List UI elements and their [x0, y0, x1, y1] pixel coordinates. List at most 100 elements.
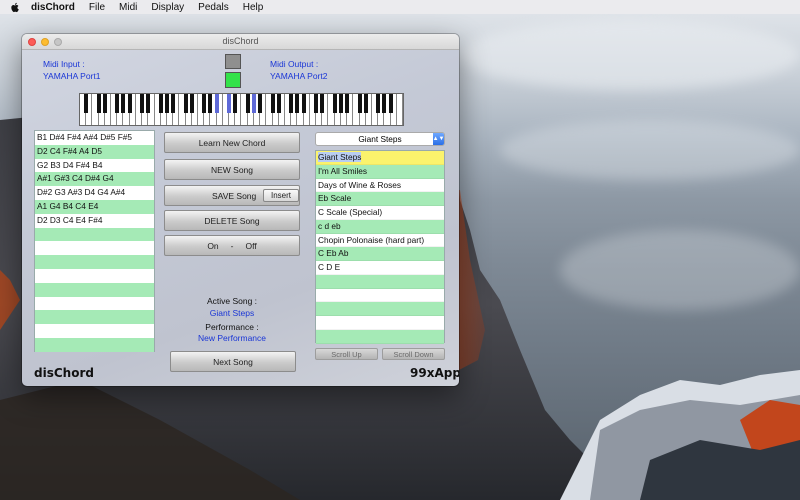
song-row-label: Chopin Polonaise (hard part)	[318, 234, 425, 245]
song-row[interactable]: C Eb Ab	[316, 247, 444, 261]
chord-row[interactable]	[35, 337, 154, 352]
piano-black-key[interactable]	[227, 94, 232, 113]
chord-row[interactable]: A1 G4 B4 C4 E4	[35, 199, 154, 214]
menu-display[interactable]: Display	[151, 2, 184, 13]
piano-black-key[interactable]	[295, 94, 300, 113]
chord-row[interactable]	[35, 241, 154, 256]
menu-help[interactable]: Help	[243, 2, 264, 13]
piano-black-key[interactable]	[140, 94, 145, 113]
piano-black-key[interactable]	[202, 94, 207, 113]
chord-row[interactable]: G2 B3 D4 F#4 B4	[35, 158, 154, 173]
piano-black-key[interactable]	[214, 94, 219, 113]
chord-row[interactable]	[35, 227, 154, 242]
piano-black-key[interactable]	[233, 94, 238, 113]
song-row[interactable]: Chopin Polonaise (hard part)	[316, 233, 444, 248]
chord-row[interactable]	[35, 296, 154, 311]
piano-keyboard[interactable]	[79, 93, 404, 126]
learn-new-chord-button[interactable]: Learn New Chord	[164, 132, 300, 153]
scroll-down-button[interactable]: Scroll Down	[382, 348, 445, 360]
piano-black-key[interactable]	[102, 94, 107, 113]
piano-black-key[interactable]	[245, 94, 250, 113]
song-row[interactable]: c d eb	[316, 219, 444, 234]
piano-black-key[interactable]	[320, 94, 325, 113]
chord-row[interactable]	[35, 310, 154, 325]
chord-row[interactable]: D2 C4 F#4 A4 D5	[35, 144, 154, 159]
active-song-value: Giant Steps	[209, 308, 255, 318]
window-titlebar[interactable]: disChord	[22, 34, 459, 50]
chord-row[interactable]	[35, 255, 154, 269]
chord-row[interactable]	[35, 324, 154, 338]
menu-midi[interactable]: Midi	[119, 2, 137, 13]
piano-black-key[interactable]	[270, 94, 275, 113]
piano-black-key[interactable]	[258, 94, 263, 113]
song-row[interactable]	[316, 288, 444, 303]
song-list[interactable]: Giant Steps I'm All Smiles Days of Wine & …	[315, 150, 445, 344]
piano-black-key[interactable]	[332, 94, 337, 113]
piano-black-key[interactable]	[208, 94, 213, 113]
piano-black-key[interactable]	[164, 94, 169, 113]
song-row[interactable]: I'm All Smiles	[316, 164, 444, 179]
off-label: Off	[245, 240, 257, 251]
song-row[interactable]	[316, 302, 444, 316]
new-song-button[interactable]: NEW Song	[164, 159, 300, 180]
song-row-label: C D E	[318, 262, 341, 272]
chord-row[interactable]	[35, 268, 154, 283]
song-row[interactable]	[316, 316, 444, 330]
piano-black-key[interactable]	[314, 94, 319, 113]
midi-output-value[interactable]: YAMAHA Port2	[270, 71, 327, 81]
piano-black-key[interactable]	[388, 94, 393, 113]
song-row-label: Days of Wine & Roses	[318, 179, 401, 190]
menu-file[interactable]: File	[89, 2, 105, 13]
song-row-label: c d eb	[318, 220, 341, 231]
brand-logo-right: 99xApp	[410, 366, 459, 380]
midi-output-label: Midi Output :	[270, 59, 319, 69]
piano-black-key[interactable]	[189, 94, 194, 113]
piano-black-key[interactable]	[345, 94, 350, 113]
song-row[interactable]: Days of Wine & Roses	[316, 178, 444, 193]
piano-black-key[interactable]	[115, 94, 120, 113]
save-song-button[interactable]: SAVE Song Insert	[164, 185, 300, 206]
apple-icon[interactable]	[9, 1, 21, 13]
piano-black-key[interactable]	[289, 94, 294, 113]
song-select[interactable]: Giant Steps ▲▼	[315, 132, 445, 146]
song-row[interactable]	[316, 274, 444, 289]
chord-list[interactable]: B1 D#4 F#4 A#4 D#5 F#5 D2 C4 F#4 A4 D5 G2 …	[34, 130, 155, 352]
delete-song-button[interactable]: DELETE Song	[164, 210, 300, 231]
insert-button[interactable]: Insert	[263, 189, 299, 202]
piano-black-key[interactable]	[171, 94, 176, 113]
piano-black-key[interactable]	[127, 94, 132, 113]
midi-input-value[interactable]: YAMAHA Port1	[43, 71, 100, 81]
song-row[interactable]: Eb Scale	[316, 192, 444, 206]
chord-row[interactable]: A#1 G#3 C4 D#4 G4	[35, 172, 154, 187]
piano-black-key[interactable]	[338, 94, 343, 113]
menu-app-name[interactable]: disChord	[31, 2, 75, 13]
piano-black-key[interactable]	[363, 94, 368, 113]
chord-row[interactable]: D2 D3 C4 E4 F#4	[35, 213, 154, 228]
piano-black-key[interactable]	[183, 94, 188, 113]
song-row[interactable]: Giant Steps	[316, 151, 444, 165]
piano-black-key[interactable]	[376, 94, 381, 113]
song-row-label: Giant Steps	[318, 152, 362, 162]
piano-black-key[interactable]	[84, 94, 89, 113]
scroll-up-button[interactable]: Scroll Up	[315, 348, 378, 360]
next-song-button[interactable]: Next Song	[170, 351, 296, 372]
piano-black-key[interactable]	[357, 94, 362, 113]
piano-black-key[interactable]	[276, 94, 281, 113]
active-song-label: Active Song :	[206, 296, 258, 306]
menu-pedals[interactable]: Pedals	[198, 2, 229, 13]
piano-white-key[interactable]	[396, 94, 403, 125]
piano-black-key[interactable]	[158, 94, 163, 113]
on-off-toggle[interactable]: On - Off	[164, 235, 300, 256]
piano-black-key[interactable]	[251, 94, 256, 113]
chord-row[interactable]	[35, 282, 154, 297]
chord-row[interactable]: D#2 G3 A#3 D4 G4 A#4	[35, 186, 154, 200]
piano-black-key[interactable]	[146, 94, 151, 113]
piano-black-key[interactable]	[382, 94, 387, 113]
song-row[interactable]: C D E	[316, 261, 444, 275]
piano-black-key[interactable]	[301, 94, 306, 113]
song-row[interactable]	[316, 329, 444, 344]
song-row[interactable]: C Scale (Special)	[316, 206, 444, 220]
piano-black-key[interactable]	[121, 94, 126, 113]
chord-row[interactable]: B1 D#4 F#4 A#4 D#5 F#5	[35, 131, 154, 145]
piano-black-key[interactable]	[96, 94, 101, 113]
